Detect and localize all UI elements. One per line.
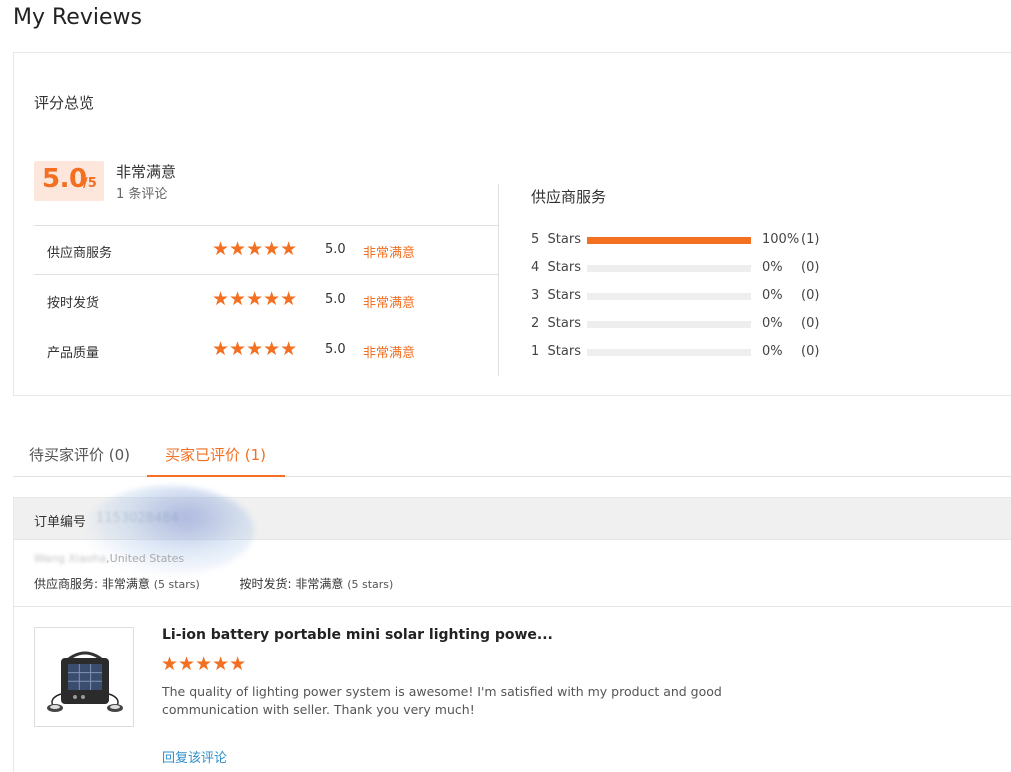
service-rating-label: 供应商服务: xyxy=(34,577,102,591)
distribution-row: 2 Stars 0% (0) xyxy=(531,314,831,334)
score-denominator: /5 xyxy=(83,176,97,191)
tab-pending-reviews[interactable]: 待买家评价 (0) xyxy=(29,444,130,465)
buyer-name: Wang Xiaoha xyxy=(34,552,107,565)
dimension-label: 非常满意 xyxy=(363,296,416,311)
distribution-row: 4 Stars 0% (0) xyxy=(531,258,831,278)
order-ratings-line: 供应商服务: 非常满意 (5 stars) 按时发货: 非常满意 (5 star… xyxy=(34,575,393,592)
tab-buyer-reviewed[interactable]: 买家已评价 (1) xyxy=(165,444,266,465)
page-title: My Reviews xyxy=(13,5,142,30)
star-level-label: 2 Stars xyxy=(531,316,581,331)
dimension-score: 5.0 xyxy=(325,342,346,357)
active-tab-indicator xyxy=(147,475,285,477)
star-rating: ★★★★★ xyxy=(212,288,298,310)
distribution-bar-track xyxy=(587,349,751,356)
distribution-bar-track xyxy=(587,321,751,328)
vertical-divider xyxy=(498,184,499,376)
review-count: 1 条评论 xyxy=(116,187,168,202)
distribution-percent: 0% xyxy=(762,344,783,359)
dimension-label: 非常满意 xyxy=(363,346,416,361)
dimension-name: 按时发货 xyxy=(47,296,100,311)
overall-satisfaction-label: 非常满意 xyxy=(116,163,177,181)
divider xyxy=(34,225,498,226)
distribution-percent: 0% xyxy=(762,316,783,331)
review-tabs: 待买家评价 (0) 买家已评价 (1) xyxy=(13,430,1011,477)
distribution-percent: 0% xyxy=(762,260,783,275)
star-level-label: 1 Stars xyxy=(531,344,581,359)
dimension-score: 5.0 xyxy=(325,292,346,307)
star-rating: ★★★★★ xyxy=(212,338,298,360)
distribution-count: (0) xyxy=(801,344,820,359)
dimension-name: 产品质量 xyxy=(47,346,100,361)
distribution-bar-fill xyxy=(587,237,751,244)
divider xyxy=(34,274,498,275)
distribution-percent: 100% xyxy=(762,232,800,247)
review-text: The quality of lighting power system is … xyxy=(162,684,722,717)
distribution-bar-track xyxy=(587,265,751,272)
shipping-rating-label: 按时发货: xyxy=(239,577,296,591)
distribution-title: 供应商服务 xyxy=(531,188,607,206)
overall-score: 5.0 xyxy=(42,164,87,194)
distribution-row: 1 Stars 0% (0) xyxy=(531,342,831,362)
overall-score-badge: 5.0 /5 xyxy=(34,161,104,201)
star-level-label: 4 Stars xyxy=(531,260,581,275)
dimension-row-supplier-service: 供应商服务 ★★★★★ 5.0 非常满意 xyxy=(34,236,498,266)
review-star-rating: ★★★★★ xyxy=(161,653,247,675)
order-number-label: 订单编号 xyxy=(34,515,87,530)
distribution-percent: 0% xyxy=(762,288,783,303)
buyer-location: ,United States xyxy=(106,552,185,565)
star-level-label: 3 Stars xyxy=(531,288,581,303)
distribution-row: 5 Stars 100% (1) xyxy=(531,230,831,250)
order-header-bar: 订单编号 1153028484 xyxy=(14,486,1011,576)
distribution-count: (0) xyxy=(801,316,820,331)
service-rating-stars: (5 stars) xyxy=(153,578,200,591)
order-review-block: 订单编号 1153028484 Wang Xiaoha,United State… xyxy=(13,486,1011,772)
distribution-row: 3 Stars 0% (0) xyxy=(531,286,831,306)
divider xyxy=(14,606,1011,607)
product-title[interactable]: Li-ion battery portable mini solar light… xyxy=(162,627,553,643)
solar-light-kit-icon xyxy=(47,651,123,712)
distribution-count: (0) xyxy=(801,288,820,303)
shipping-rating-stars: (5 stars) xyxy=(347,578,394,591)
buyer-info: Wang Xiaoha,United States xyxy=(34,552,184,565)
dimension-name: 供应商服务 xyxy=(47,246,113,261)
dimension-row-on-time-shipping: 按时发货 ★★★★★ 5.0 非常满意 xyxy=(34,286,498,316)
dimension-row-product-quality: 产品质量 ★★★★★ 5.0 非常满意 xyxy=(34,336,498,366)
product-thumbnail[interactable] xyxy=(34,627,134,727)
distribution-bar-track xyxy=(587,293,751,300)
service-rating-value: 非常满意 xyxy=(101,577,150,591)
shipping-rating-value: 非常满意 xyxy=(295,577,344,591)
distribution-bar-track xyxy=(587,237,751,244)
summary-heading: 评分总览 xyxy=(34,94,95,112)
star-rating: ★★★★★ xyxy=(212,238,298,260)
distribution-count: (0) xyxy=(801,260,820,275)
distribution-count: (1) xyxy=(801,232,820,247)
dimension-score: 5.0 xyxy=(325,242,346,257)
reply-review-link[interactable]: 回复该评论 xyxy=(162,747,227,766)
dimension-label: 非常满意 xyxy=(363,246,416,261)
star-level-label: 5 Stars xyxy=(531,232,581,247)
